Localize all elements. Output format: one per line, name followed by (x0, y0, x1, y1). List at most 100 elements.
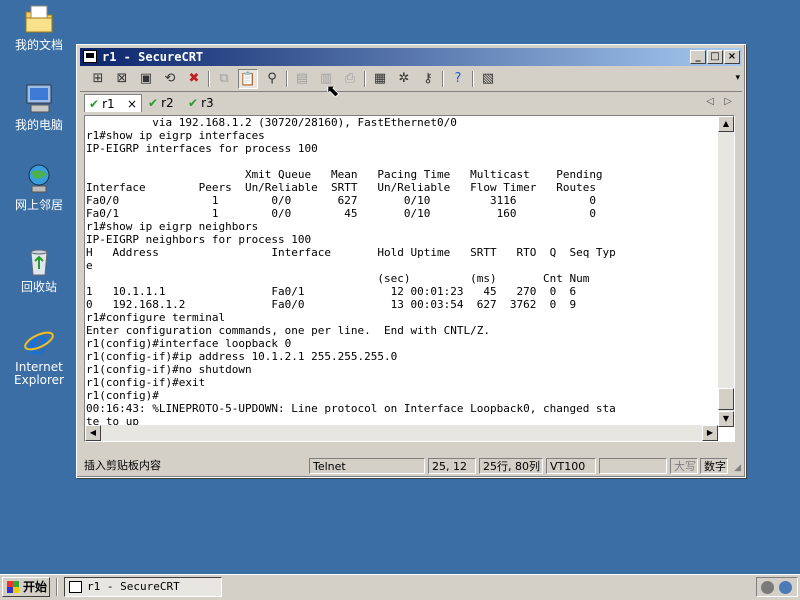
disconnect-icon[interactable]: ✖ (184, 69, 204, 89)
terminal-line: e (86, 259, 93, 272)
taskbar-item-securecrt[interactable]: r1 - SecureCRT (64, 577, 222, 597)
status-bar: 插入剪贴板内容 Telnet 25, 12 25行, 80列 VT100 大写 … (80, 457, 742, 475)
start-button[interactable]: 开始 (2, 577, 50, 597)
tab-close-icon[interactable]: × (127, 95, 137, 113)
toolbar: ⊞ ⊠ ▣ ⟲ ✖ ⧉ 📋 ⚲ ▤ ▥ ⎙ ▦ ✲ ⚷ ? ▧ ⬉ ▾ (80, 67, 742, 100)
securecrt-task-icon (69, 581, 82, 593)
scroll-thumb[interactable] (718, 388, 734, 410)
securecrt-window: r1 - SecureCRT _ □ × ⊞ ⊠ ▣ ⟲ ✖ ⧉ 📋 ⚲ ▤ ▥… (76, 44, 746, 478)
terminal-line: Fa0/0 1 0/0 627 0/10 3116 0 (86, 194, 596, 207)
desktop-icon-label: 回收站 (20, 280, 57, 294)
tab-r3[interactable]: ✔ r3 (188, 94, 224, 112)
reconnect-icon[interactable]: ⟲ (160, 69, 180, 89)
desktop-icon-label: 我的电脑 (14, 118, 63, 132)
copy-icon[interactable]: ⧉ (214, 69, 234, 89)
session-tabs: ✔ r1 × ✔ r2 ✔ r3 ◁ ▷ (80, 93, 742, 113)
window-title: r1 - SecureCRT (102, 50, 204, 64)
title-bar[interactable]: r1 - SecureCRT _ □ × (80, 48, 742, 66)
tab-scroll-right-icon[interactable]: ▷ (724, 96, 732, 107)
terminal-line: Interface Peers Un/Reliable SRTT Un/Reli… (86, 181, 596, 194)
start-label: 开始 (23, 580, 48, 594)
quick-connect-icon[interactable]: ⊠ (112, 69, 132, 89)
connect-icon[interactable]: ⊞ (88, 69, 108, 89)
find-icon[interactable]: ⚲ (262, 69, 282, 89)
paste-icon[interactable]: 📋 (238, 69, 258, 89)
tab-r2[interactable]: ✔ r2 (148, 94, 184, 112)
toolbar-separator (472, 71, 474, 87)
session-options-icon[interactable]: ▦ (370, 69, 390, 89)
connected-check-icon: ✔ (188, 96, 199, 110)
help-icon[interactable]: ? (448, 69, 468, 89)
status-emulation: VT100 (546, 458, 596, 474)
vertical-scrollbar[interactable]: ▲ ▼ (718, 116, 734, 427)
status-protocol: Telnet (309, 458, 425, 474)
scroll-up-button[interactable]: ▲ (718, 116, 734, 132)
tray-network-icon[interactable] (761, 581, 774, 594)
status-hint: 插入剪贴板内容 (84, 459, 161, 472)
terminal-line: via 192.168.1.2 (30720/28160), FastEther… (86, 116, 457, 129)
my-computer-icon (22, 82, 56, 116)
terminal-line: r1(config-if)#no shutdown (86, 363, 252, 376)
minimize-button[interactable]: _ (690, 50, 706, 64)
taskbar-item-label: r1 - SecureCRT (87, 580, 180, 593)
toolbar-overflow-icon[interactable]: ▾ (735, 73, 740, 83)
key-icon[interactable]: ⚷ (418, 69, 438, 89)
terminal-line: Fa0/1 1 0/0 45 0/10 160 0 (86, 207, 596, 220)
status-num-lock: 数字 (700, 458, 728, 474)
terminal-output[interactable]: via 192.168.1.2 (30720/28160), FastEther… (86, 116, 722, 441)
global-options-icon[interactable]: ✲ (394, 69, 414, 89)
desktop-icon-my-documents[interactable]: 我的文档 (6, 2, 72, 52)
toolbar-separator (364, 71, 366, 87)
toolbar-separator (442, 71, 444, 87)
terminal-line: 00:16:43: %LINEPROTO-5-UPDOWN: Line prot… (86, 402, 616, 415)
tab-scroll-left-icon[interactable]: ◁ (706, 96, 714, 107)
windows-flag-icon (7, 581, 19, 593)
toolbar-separator (208, 71, 210, 87)
status-blank (599, 458, 667, 474)
network-places-icon (22, 162, 56, 196)
status-terminal-size: 25行, 80列 (479, 458, 543, 474)
maximize-button[interactable]: □ (707, 50, 723, 64)
sftp-icon[interactable]: ▧ (478, 69, 498, 89)
terminal-area[interactable]: via 192.168.1.2 (30720/28160), FastEther… (84, 115, 735, 442)
scroll-down-button[interactable]: ▼ (718, 411, 734, 427)
scroll-left-button[interactable]: ◀ (85, 425, 101, 441)
tab-label: r1 (102, 97, 115, 111)
desktop-icon-internet-explorer[interactable]: e Internet Explorer (6, 323, 72, 387)
desktop-icon-label: 网上邻居 (14, 198, 63, 212)
tray-volume-icon[interactable] (779, 581, 792, 594)
connect-in-tab-icon[interactable]: ▣ (136, 69, 156, 89)
terminal-line: Xmit Queue Mean Pacing Time Multicast Pe… (86, 168, 603, 181)
connected-check-icon: ✔ (148, 96, 159, 110)
system-tray (756, 577, 798, 597)
print-icon[interactable]: ⎙ (340, 69, 360, 89)
toolbar-separator (286, 71, 288, 87)
desktop-icon-recycle-bin[interactable]: 回收站 (6, 244, 72, 294)
close-button[interactable]: × (724, 50, 740, 64)
terminal-line: 1 10.1.1.1 Fa0/1 12 00:01:23 45 270 0 6 (86, 285, 577, 298)
horizontal-scrollbar[interactable]: ◀ ▶ (85, 425, 718, 441)
my-documents-icon (22, 2, 56, 36)
desktop-icon-label: 我的文档 (14, 38, 63, 52)
terminal-line: r1(config-if)#exit (86, 376, 206, 389)
app-icon (83, 50, 97, 63)
resize-grip-icon[interactable]: ◢ (734, 463, 741, 473)
terminal-line: r1(config)# (86, 389, 159, 402)
taskbar-separator (56, 578, 58, 596)
terminal-line: r1#configure terminal (86, 311, 226, 324)
svg-text:e: e (27, 324, 49, 358)
desktop-icon-network-places[interactable]: 网上邻居 (6, 162, 72, 212)
desktop-icon-my-computer[interactable]: 我的电脑 (6, 82, 72, 132)
terminal-line: IP-EIGRP neighbors for process 100 (86, 233, 312, 246)
terminal-line: (sec) (ms) Cnt Num (86, 272, 590, 285)
tab-label: r3 (201, 96, 214, 110)
terminal-line: IP-EIGRP interfaces for process 100 (86, 142, 318, 155)
desktop-icon-label-line2: Explorer (14, 373, 64, 387)
tab-label: r2 (161, 96, 174, 110)
terminal-line: Enter configuration commands, one per li… (86, 324, 490, 337)
tab-r1[interactable]: ✔ r1 × (84, 94, 142, 112)
status-cursor-position: 25, 12 (428, 458, 476, 474)
scroll-right-button[interactable]: ▶ (702, 425, 718, 441)
print-setup-icon[interactable]: ▤ (292, 69, 312, 89)
